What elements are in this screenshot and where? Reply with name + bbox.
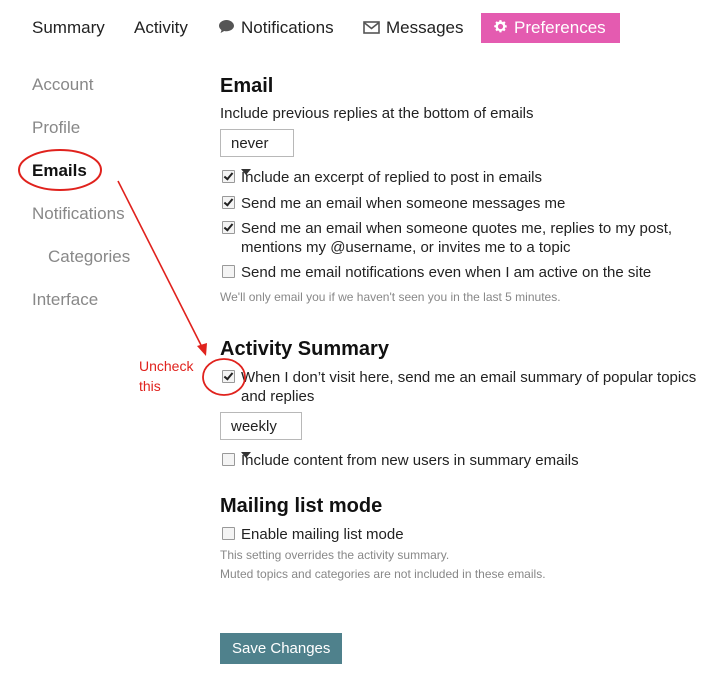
annotation-line-1: Uncheck bbox=[139, 358, 194, 374]
mailing-list-heading: Mailing list mode bbox=[220, 495, 383, 517]
sidebar-item-emails[interactable]: Emails bbox=[32, 161, 87, 181]
annotation-note: Uncheck this bbox=[139, 356, 193, 396]
include-new-users-checkbox[interactable] bbox=[222, 453, 235, 466]
tab-messages[interactable]: Messages bbox=[363, 13, 463, 43]
email-when-active-label: Send me email notifications even when I … bbox=[241, 264, 652, 281]
tab-activity[interactable]: Activity bbox=[134, 13, 188, 43]
mailing-list-mode-checkbox[interactable] bbox=[222, 527, 235, 540]
sidebar-item-profile[interactable]: Profile bbox=[32, 118, 80, 138]
email-messages-label: Send me an email when someone messages m… bbox=[241, 195, 566, 212]
tab-notifications-label: Notifications bbox=[241, 18, 334, 37]
mailing-list-hint-2: Muted topics and categories are not incl… bbox=[220, 567, 546, 581]
annotation-arrowhead bbox=[197, 343, 207, 356]
email-messages-checkbox[interactable] bbox=[222, 196, 235, 209]
sidebar-item-notifications[interactable]: Notifications bbox=[32, 204, 125, 224]
include-excerpt-label: Include an excerpt of replied to post in… bbox=[241, 169, 543, 186]
mailing-list-mode-label: Enable mailing list mode bbox=[241, 526, 404, 543]
email-digests-label: When I don’t visit here, send me an emai… bbox=[241, 369, 697, 405]
email-hint: We'll only email you if we haven't seen … bbox=[220, 290, 561, 304]
activity-summary-heading: Activity Summary bbox=[220, 338, 389, 360]
digest-frequency-value: weekly bbox=[231, 418, 277, 435]
mailing-list-hint-1: This setting overrides the activity summ… bbox=[220, 548, 450, 562]
user-nav: Summary Activity Notifications Messages … bbox=[0, 0, 713, 56]
sidebar-item-interface[interactable]: Interface bbox=[32, 290, 98, 310]
sidebar-item-categories[interactable]: Categories bbox=[48, 247, 130, 267]
save-changes-button[interactable]: Save Changes bbox=[220, 633, 343, 664]
gear-icon bbox=[493, 14, 508, 44]
previous-replies-label: Include previous replies at the bottom o… bbox=[220, 105, 534, 122]
tab-messages-label: Messages bbox=[386, 18, 464, 37]
speech-bubble-icon bbox=[218, 14, 235, 44]
sidebar-item-account[interactable]: Account bbox=[32, 75, 93, 95]
annotation-line-2: this bbox=[139, 378, 161, 394]
previous-replies-select[interactable]: never bbox=[220, 129, 294, 176]
tab-summary[interactable]: Summary bbox=[32, 13, 105, 43]
digest-frequency-select[interactable]: weekly bbox=[220, 412, 302, 459]
email-when-active-checkbox[interactable] bbox=[222, 265, 235, 278]
include-excerpt-checkbox[interactable] bbox=[222, 170, 235, 183]
email-quotes-replies-label: Send me an email when someone quotes me,… bbox=[241, 220, 673, 256]
tab-preferences-label: Preferences bbox=[514, 18, 606, 37]
previous-replies-value: never bbox=[231, 135, 269, 152]
include-new-users-label: Include content from new users in summar… bbox=[241, 452, 579, 469]
envelope-icon bbox=[363, 14, 380, 44]
annotation-arrow-line bbox=[117, 180, 205, 352]
tab-preferences[interactable]: Preferences bbox=[481, 13, 620, 43]
email-section-heading: Email bbox=[220, 75, 274, 97]
email-quotes-replies-checkbox[interactable] bbox=[222, 221, 235, 234]
email-digests-checkbox[interactable] bbox=[222, 370, 235, 383]
tab-notifications[interactable]: Notifications bbox=[218, 13, 334, 43]
